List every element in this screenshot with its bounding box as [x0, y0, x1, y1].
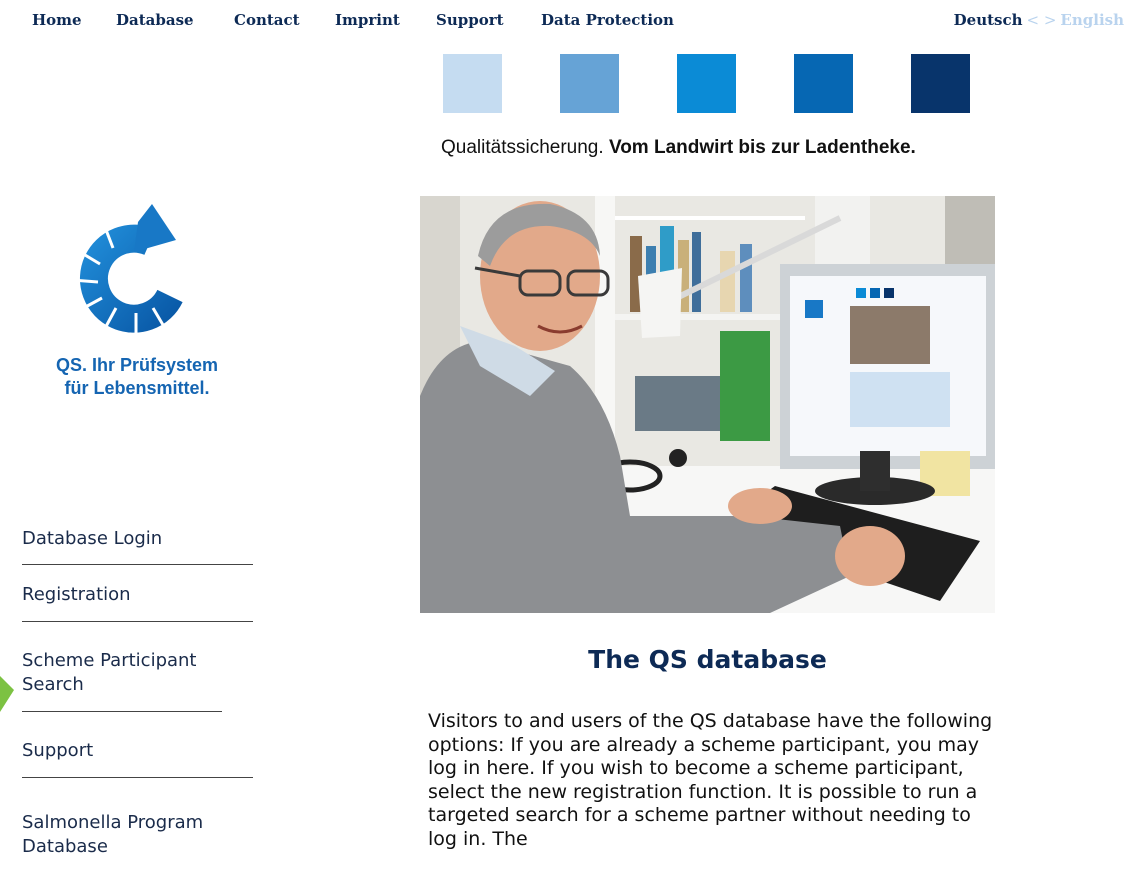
color-square-1	[443, 54, 502, 113]
color-square-2	[560, 54, 619, 113]
sidebar-navigation: Database Login Registration Scheme Parti…	[22, 520, 253, 859]
nav-support-link[interactable]: Support	[436, 11, 504, 29]
color-square-3	[677, 54, 736, 113]
hero-photo	[420, 196, 995, 613]
sidebar-item-registration[interactable]: Registration	[22, 565, 253, 622]
lang-english-link[interactable]: English	[1060, 11, 1124, 29]
nav-imprint-link[interactable]: Imprint	[335, 11, 400, 29]
sidebar-item-database-login[interactable]: Database Login	[22, 520, 253, 565]
sidebar-item-support[interactable]: Support	[22, 712, 253, 778]
lang-separator: < >	[1026, 11, 1057, 29]
logo-caption: QS. Ihr Prüfsystem für Lebensmittel.	[22, 354, 252, 400]
qs-logo-icon[interactable]	[58, 200, 203, 345]
top-navigation: Home Database Contact Imprint Support Da…	[0, 0, 1140, 40]
nav-home-link[interactable]: Home	[32, 11, 82, 29]
intro-paragraph: Visitors to and users of the QS database…	[428, 710, 993, 850]
language-switcher: Deutsch < > English	[954, 11, 1124, 29]
sidebar-item-salmonella-program-database[interactable]: Salmonella Program Database	[22, 778, 232, 859]
tagline-normal: Qualitätssicherung.	[441, 137, 604, 158]
green-arrow-marker	[0, 676, 14, 712]
nav-database-link[interactable]: Database	[116, 11, 194, 29]
color-square-5	[911, 54, 970, 113]
nav-data-protection-link[interactable]: Data Protection	[541, 11, 674, 29]
sidebar-item-scheme-participant-search[interactable]: Scheme Participant Search	[22, 622, 222, 712]
lang-deutsch-link[interactable]: Deutsch	[954, 11, 1023, 29]
page-title: The QS database	[588, 645, 827, 674]
color-square-4	[794, 54, 853, 113]
nav-contact-link[interactable]: Contact	[234, 11, 300, 29]
logo-line-1: QS. Ihr Prüfsystem	[55, 355, 219, 375]
tagline-bold: Vom Landwirt bis zur Ladentheke.	[608, 137, 916, 158]
logo-line-2: für Lebensmittel.	[64, 378, 210, 398]
tagline: Qualitätssicherung. Vom Landwirt bis zur…	[441, 137, 916, 159]
